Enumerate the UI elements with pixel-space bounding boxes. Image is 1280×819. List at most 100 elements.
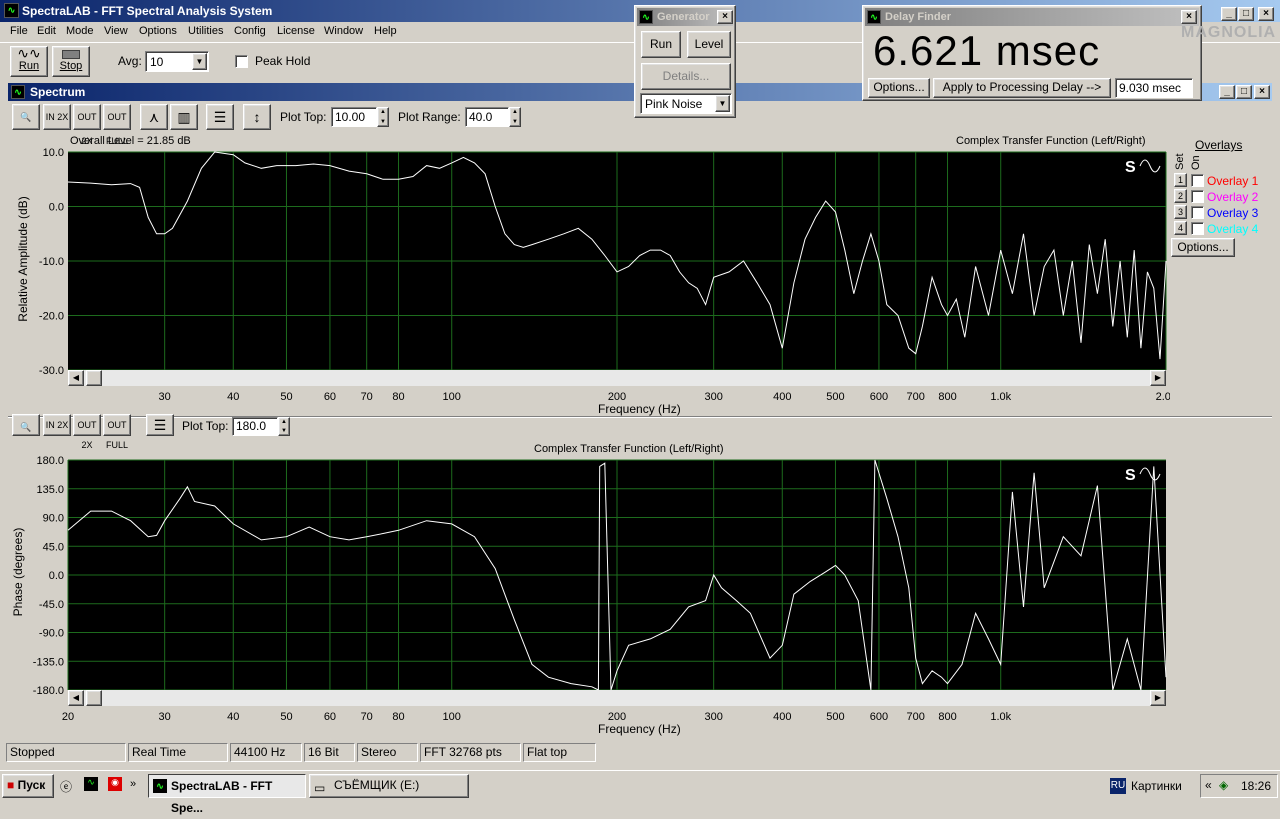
menu-options[interactable]: Options xyxy=(139,25,177,37)
minimize-button[interactable]: _ xyxy=(1219,85,1235,99)
overlay-checkbox-3[interactable] xyxy=(1191,206,1204,219)
plot-range-input[interactable]: 40.0 xyxy=(465,107,509,127)
plot-top-spinner[interactable]: ▲ ▼ xyxy=(377,107,389,127)
x-tick-label: 700 xyxy=(907,391,925,403)
y-tick-label: 0.0 xyxy=(49,570,64,582)
apply-processing-delay-button[interactable]: Apply to Processing Delay --> xyxy=(933,78,1111,98)
menu-edit[interactable]: Edit xyxy=(37,25,56,37)
main-maximize-button[interactable]: □ xyxy=(1238,7,1254,21)
y-tick-label: -90.0 xyxy=(39,628,64,640)
zoom-tool-icon[interactable]: 🔍 xyxy=(12,104,40,130)
processing-delay-input[interactable]: 9.030 msec xyxy=(1115,78,1193,98)
phase-plot-top-label: Plot Top: xyxy=(182,419,229,433)
menu-license[interactable]: License xyxy=(277,25,315,37)
peak-hold-checkbox[interactable] xyxy=(235,55,248,68)
menu-window[interactable]: Window xyxy=(324,25,363,37)
phase-chart: 180.0 135.0 90.0 45.0 0.0 -45.0 -90.0 -135.0 -18… xyxy=(33,455,1167,723)
system-tray: « ◈ 18:26 xyxy=(1200,774,1278,798)
quicklaunch-app-icon[interactable]: ◉ xyxy=(108,777,122,791)
taskbar-drive-task[interactable]: ▭ СЪЁМЩИК (E:) xyxy=(309,774,469,798)
overlay-set-button-1[interactable]: 1 xyxy=(1174,173,1187,187)
avg-select[interactable]: 10 ▼ xyxy=(145,51,209,72)
generator-level-button[interactable]: Level xyxy=(687,31,731,58)
maximize-button[interactable]: □ xyxy=(1236,85,1252,99)
quicklaunch-more-icon[interactable]: » xyxy=(130,778,136,790)
overlay-set-button-2[interactable]: 2 xyxy=(1174,189,1187,203)
x-tick-label: 60 xyxy=(324,391,336,403)
x-tick-label: 300 xyxy=(704,391,722,403)
overlays-title[interactable]: Overlays xyxy=(1195,138,1242,152)
delay-finder-close-button[interactable]: × xyxy=(1181,10,1197,24)
start-button[interactable]: ■ Пуск xyxy=(2,774,54,798)
tray-network-icon[interactable]: ◈ xyxy=(1219,778,1228,792)
menu-file[interactable]: File xyxy=(10,25,28,37)
run-button[interactable]: ∿∿ Run xyxy=(10,46,48,77)
zoom-out-2x-button[interactable]: OUT 2X xyxy=(73,104,101,146)
overlay-checkbox-4[interactable] xyxy=(1191,222,1204,235)
menu-config[interactable]: Config xyxy=(234,25,266,37)
scale-icon[interactable]: ↕ xyxy=(243,104,271,130)
generator-chevron-down-icon[interactable]: ▼ xyxy=(715,95,730,112)
phase-cursor-mode-icon[interactable]: S xyxy=(1125,467,1136,484)
plot-properties-icon[interactable]: ☰ xyxy=(206,104,234,130)
menu-help[interactable]: Help xyxy=(374,25,397,37)
x-tick-label: 300 xyxy=(704,711,722,723)
line-plot-icon[interactable]: ⋏ xyxy=(140,104,168,130)
bar-plot-icon[interactable]: ▥ xyxy=(170,104,198,130)
phase-plot-top-input[interactable]: 180.0 xyxy=(232,417,278,436)
phase-scroll-right-icon[interactable]: ▶ xyxy=(1150,690,1166,706)
x-tick-label: 1.0k xyxy=(990,711,1011,723)
scroll-left-icon[interactable]: ◀ xyxy=(68,370,84,386)
generator-details-button[interactable]: Details... xyxy=(641,63,731,90)
generator-signal-select[interactable]: Pink Noise ▼ xyxy=(640,93,732,114)
taskbar: ■ Пуск ⓔ ∿ ◉ » ∿ SpectraLAB - FFT Spe...… xyxy=(0,770,1280,815)
plot-range-spinner[interactable]: ▲ ▼ xyxy=(509,107,521,127)
spectrum-scrollbar[interactable]: ◀ ▶ xyxy=(68,370,1166,386)
phase-zoom-out-full-button[interactable]: OUT FULL xyxy=(103,414,131,450)
status-window: Flat top xyxy=(523,743,596,762)
menu-view[interactable]: View xyxy=(104,25,128,37)
x-tick-label: 50 xyxy=(280,391,292,403)
zoom-out-full-button[interactable]: OUT FULL xyxy=(103,104,131,146)
taskbar-pictures-label[interactable]: Картинки xyxy=(1131,779,1182,793)
phase-scroll-left-icon[interactable]: ◀ xyxy=(68,690,84,706)
zoom-in-2x-button[interactable]: IN 2X xyxy=(43,104,71,130)
taskbar-spectralab-task[interactable]: ∿ SpectraLAB - FFT Spe... xyxy=(148,774,306,815)
phase-scrollbar-thumb[interactable] xyxy=(86,690,102,706)
menu-mode[interactable]: Mode xyxy=(66,25,94,37)
phase-scrollbar[interactable]: ◀ ▶ xyxy=(68,690,1166,706)
phase-plot-top-spinner[interactable]: ▲ ▼ xyxy=(278,417,290,436)
quicklaunch-spectralab-icon[interactable]: ∿ xyxy=(84,777,98,791)
overlay-checkbox-2[interactable] xyxy=(1191,190,1204,203)
cursor-mode-icon[interactable]: S xyxy=(1125,159,1136,176)
main-minimize-button[interactable]: _ xyxy=(1221,7,1237,21)
generator-dialog: ∿ Generator × Run Level Details... Pink … xyxy=(634,5,736,118)
generator-close-button[interactable]: × xyxy=(717,10,733,24)
tray-expand-icon[interactable]: « xyxy=(1205,778,1212,792)
close-button[interactable]: × xyxy=(1254,85,1270,99)
phase-zoom-out-2x-button[interactable]: OUT 2X xyxy=(73,414,101,450)
overlay-label-3: Overlay 3 xyxy=(1207,206,1259,220)
stop-button[interactable]: Stop xyxy=(52,46,90,77)
main-close-button[interactable]: × xyxy=(1258,7,1274,21)
phase-zoom-tool-icon[interactable]: 🔍 xyxy=(12,414,40,436)
x-tick-label: 800 xyxy=(938,711,956,723)
scrollbar-thumb[interactable] xyxy=(86,370,102,386)
overlay-options-button[interactable]: Options... xyxy=(1171,238,1235,257)
overlay-checkbox-1[interactable] xyxy=(1191,174,1204,187)
scroll-right-icon[interactable]: ▶ xyxy=(1150,370,1166,386)
x-tick-label: 30 xyxy=(159,711,171,723)
chevron-down-icon[interactable]: ▼ xyxy=(192,53,207,70)
generator-run-button[interactable]: Run xyxy=(641,31,681,58)
overlay-set-button-3[interactable]: 3 xyxy=(1174,205,1187,219)
phase-zoom-in-2x-button[interactable]: IN 2X xyxy=(43,414,71,436)
delay-finder-titlebar[interactable]: ∿ Delay Finder xyxy=(865,8,1199,26)
quicklaunch-ie-icon[interactable]: ⓔ xyxy=(60,778,72,795)
delay-options-button[interactable]: Options... xyxy=(868,78,930,98)
avg-value: 10 xyxy=(150,55,164,69)
phase-plot-properties-icon[interactable]: ☰ xyxy=(146,414,174,436)
plot-top-input[interactable]: 10.00 xyxy=(331,107,377,127)
menu-utilities[interactable]: Utilities xyxy=(188,25,223,37)
overlay-set-button-4[interactable]: 4 xyxy=(1174,221,1187,235)
language-indicator[interactable]: RU xyxy=(1110,778,1126,794)
